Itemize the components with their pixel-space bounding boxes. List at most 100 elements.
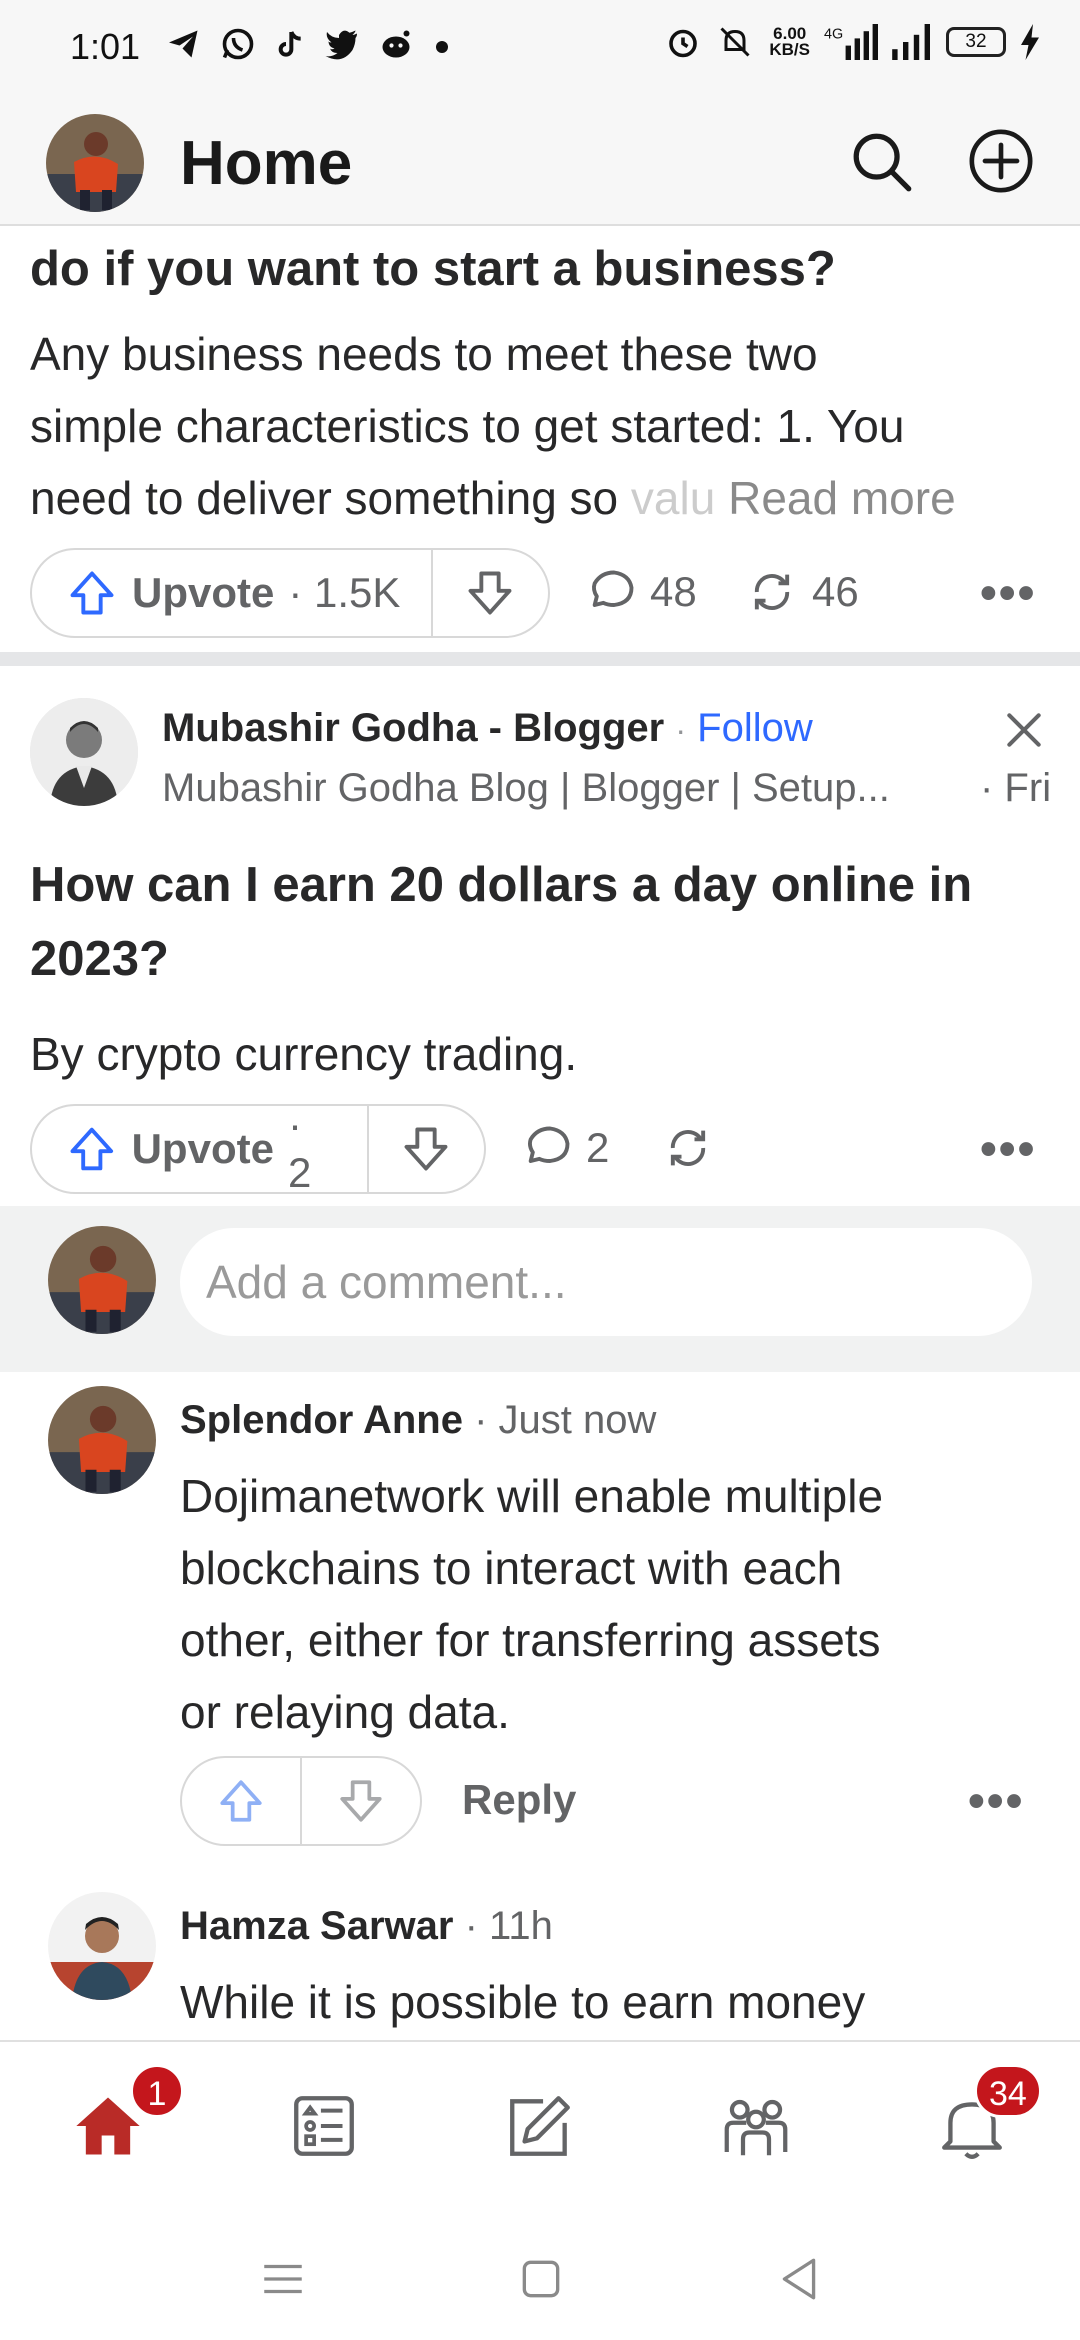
telegram-icon [169, 30, 198, 58]
status-time: 1:01 [70, 26, 141, 67]
share-count: 46 [812, 568, 859, 615]
mute-icon [720, 27, 750, 57]
page-title: Home [180, 129, 353, 198]
post-question-title[interactable]: do if you want to start a business? [30, 234, 836, 304]
downvote-icon [468, 571, 512, 615]
signal-icon [892, 24, 930, 60]
comment-line: or relaying data. [180, 1686, 510, 1738]
comment-button[interactable]: 2 [522, 1122, 609, 1174]
commenter-avatar[interactable] [48, 1386, 156, 1494]
share-icon [670, 1129, 706, 1167]
tiktok-icon [278, 31, 301, 57]
comment-count: 48 [650, 568, 697, 615]
downvote-button[interactable] [430, 550, 548, 636]
nav-following[interactable] [274, 2076, 374, 2176]
post-answer-text[interactable]: Any business needs to meet these two sim… [30, 318, 1060, 534]
comment-icon [592, 570, 634, 607]
author-credential[interactable]: Mubashir Godha Blog | Blogger | Setup... [162, 766, 890, 810]
nav-spaces[interactable] [706, 2076, 806, 2176]
comment-input[interactable] [180, 1228, 1032, 1336]
upvote-label: Upvote [132, 569, 275, 616]
upvote-icon [220, 1780, 262, 1822]
upvote-icon [70, 1127, 114, 1171]
comment-upvote-button[interactable] [182, 1758, 300, 1844]
answer-icon [510, 2096, 570, 2156]
signal-icon: 4G [824, 24, 878, 60]
search-icon[interactable] [846, 126, 916, 196]
menu-icon[interactable] [258, 2254, 308, 2304]
comment-icon [528, 1126, 570, 1163]
question-line: 2023? [30, 932, 169, 986]
post-date: · Fri [980, 766, 1052, 810]
follow-button[interactable]: Follow [697, 706, 813, 750]
close-icon[interactable] [1002, 708, 1046, 752]
alarm-icon [669, 29, 698, 58]
share-button[interactable] [660, 1122, 716, 1174]
profile-avatar[interactable] [46, 114, 144, 212]
comment-time: · Just now [474, 1398, 657, 1442]
network-speed: 6.00 KB/S [769, 25, 810, 59]
comment-time: · 11h [464, 1904, 553, 1948]
twitter-icon [325, 30, 357, 60]
vote-group: Upvote · 1.5K [30, 548, 550, 638]
author-credential-line: Mubashir Godha Blog | Blogger | Setup...… [162, 766, 1051, 811]
battery-icon: 32 [946, 27, 1006, 57]
post-question-title[interactable]: How can I earn 20 dollars a day online i… [30, 848, 972, 996]
comment-button[interactable]: 48 [586, 566, 697, 618]
comment-vote-group [180, 1756, 422, 1846]
comment-more-button[interactable]: ••• [968, 1774, 1024, 1829]
comment-line: While it is possible to earn money [180, 1976, 866, 2028]
home-button-icon[interactable] [516, 2254, 566, 2304]
app-bar: Home [0, 96, 1080, 226]
answer-line: Any business needs to meet these two [30, 328, 818, 380]
upvote-count: · 1.5K [288, 569, 401, 616]
upvote-label: Upvote [131, 1125, 274, 1172]
comment-composer [0, 1206, 1080, 1372]
system-icons: 6.00 KB/S 4G 32 [665, 24, 1040, 60]
downvote-button[interactable] [366, 1106, 484, 1192]
status-bar: 1:01 6.00 KB/S 4G 32 [0, 0, 1080, 96]
bottom-navigation: 1 34 [0, 2040, 1080, 2210]
share-button[interactable]: 46 [744, 566, 859, 618]
author-avatar[interactable] [30, 698, 138, 806]
more-options-button[interactable]: ••• [980, 566, 1036, 621]
answer-line: simple characteristics to get started: 1… [30, 400, 905, 452]
nav-answer[interactable] [490, 2076, 590, 2176]
downvote-icon [340, 1780, 382, 1822]
comment-text: Dojimanetwork will enable multiple block… [180, 1460, 1040, 1748]
back-icon[interactable] [774, 2254, 824, 2304]
comment-count: 2 [586, 1124, 610, 1171]
question-line: How can I earn 20 dollars a day online i… [30, 858, 973, 912]
comment-header: Splendor Anne · Just now [180, 1398, 656, 1443]
reply-button[interactable]: Reply [462, 1776, 576, 1824]
read-more-link[interactable]: Read more [728, 472, 956, 524]
upvote-button[interactable]: Upvote · 2 [32, 1106, 367, 1192]
upvote-button[interactable]: Upvote · 1.5K [32, 550, 431, 636]
answer-line-text: need to deliver something so [30, 472, 631, 524]
commenter-avatar[interactable] [48, 1892, 156, 2000]
downvote-icon [404, 1127, 448, 1171]
commenter-name[interactable]: Splendor Anne [180, 1398, 463, 1442]
answer-fade-text: valu [630, 472, 716, 524]
comment-line: Dojimanetwork will enable multiple [180, 1470, 884, 1522]
feed[interactable]: do if you want to start a business? Any … [0, 228, 1080, 2040]
commenter-name[interactable]: Hamza Sarwar [180, 1904, 453, 1948]
share-icon [754, 573, 790, 611]
net-speed-unit: KB/S [769, 40, 810, 59]
spaces-icon [724, 2099, 788, 2156]
notifications-badge: 34 [974, 2064, 1042, 2118]
author-name[interactable]: Mubashir Godha - Blogger [162, 706, 664, 750]
charging-icon [1021, 24, 1039, 60]
upvote-count: · 2 [287, 1104, 312, 1194]
system-navigation-bar [0, 2210, 1080, 2340]
post-answer-text[interactable]: By crypto currency trading. [30, 1018, 1060, 1090]
comment-line: other, either for transferring assets [180, 1614, 881, 1666]
more-options-button[interactable]: ••• [980, 1122, 1036, 1177]
dot-icon [436, 41, 448, 53]
following-icon [294, 2096, 354, 2156]
add-icon[interactable] [966, 126, 1036, 196]
separator-dot: · [675, 712, 687, 748]
notification-icons [166, 26, 452, 62]
comment-downvote-button[interactable] [300, 1758, 420, 1844]
reddit-icon [382, 30, 410, 58]
